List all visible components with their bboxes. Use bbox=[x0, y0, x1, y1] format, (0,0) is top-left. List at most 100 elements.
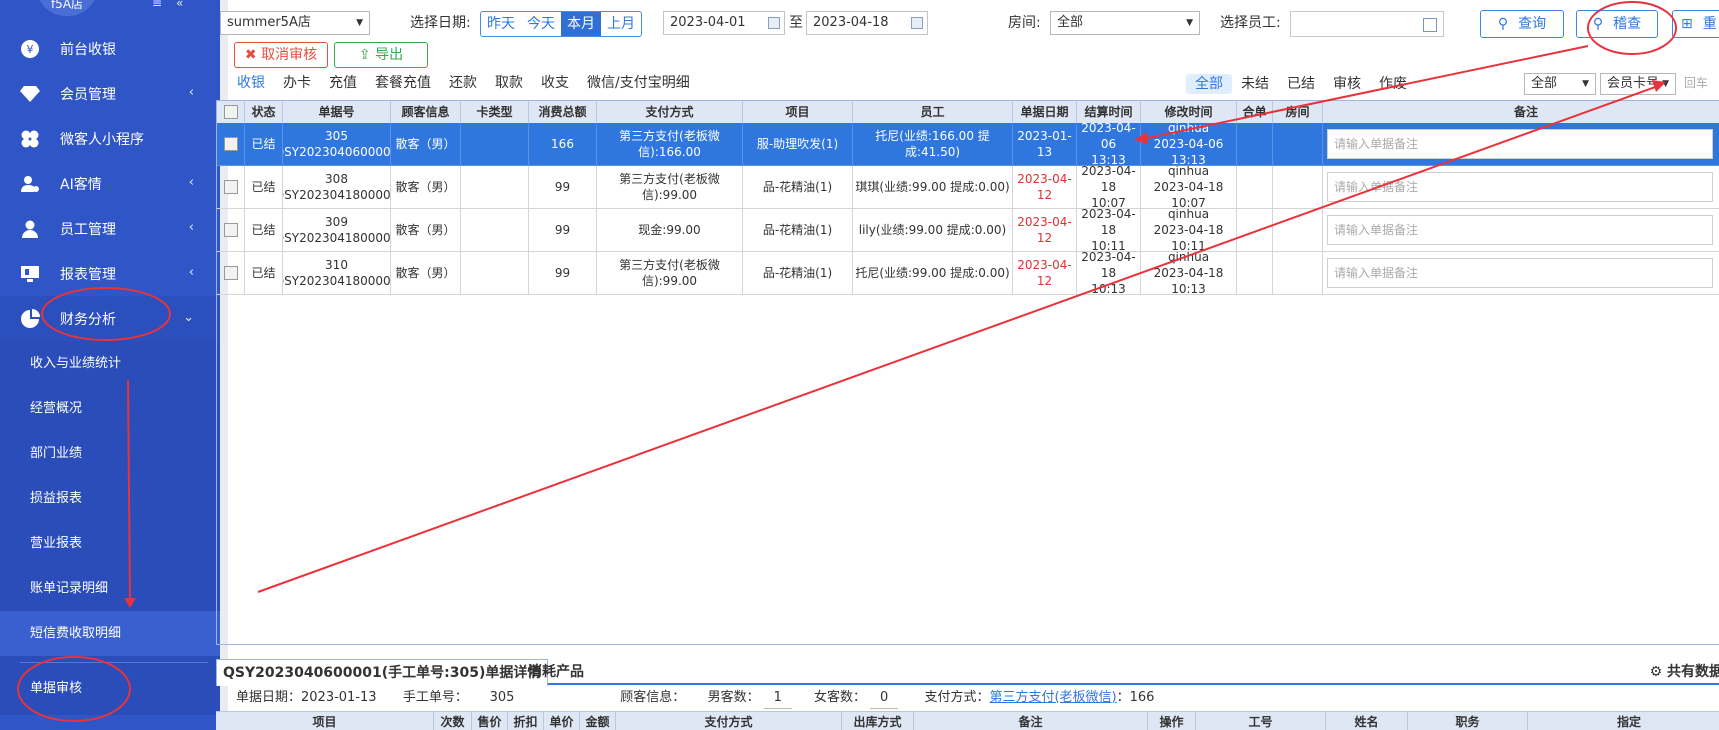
reset-button[interactable]: ⊞ 重 bbox=[1672, 10, 1719, 38]
note-input[interactable]: 请输入单据备注 bbox=[1327, 172, 1713, 202]
store-select[interactable]: summer5A店 ▼ bbox=[220, 11, 370, 35]
row-checkbox-cell[interactable] bbox=[217, 252, 245, 295]
calendar-icon[interactable] bbox=[768, 17, 780, 29]
tab-card[interactable]: 办卡 bbox=[274, 72, 320, 94]
filter-all[interactable]: 全部 bbox=[1186, 74, 1232, 94]
detail-col-amount: 金额 bbox=[580, 712, 616, 730]
tab-withdraw[interactable]: 取款 bbox=[486, 72, 532, 94]
calendar-icon[interactable] bbox=[911, 17, 923, 29]
submenu-income-stats[interactable]: 收入与业绩统计 bbox=[0, 341, 220, 386]
detail-table-header: 项目 次数 售价 折扣 单价 金额 支付方式 出库方式 备注 操作 工号 姓名 … bbox=[216, 711, 1719, 730]
quick-date-yesterday[interactable]: 昨天 bbox=[481, 12, 521, 36]
submenu-department-performance[interactable]: 部门业绩 bbox=[0, 431, 220, 476]
cell-total: 166 bbox=[529, 123, 597, 166]
sidebar-item-reports[interactable]: 报表管理 ‹ bbox=[0, 251, 220, 296]
submenu-sms-fee[interactable]: 短信费收取明细 bbox=[0, 611, 220, 656]
query-button[interactable]: ⚲ 查询 bbox=[1480, 10, 1564, 38]
detail-col-payment: 支付方式 bbox=[616, 712, 842, 730]
cursor-picker-icon[interactable] bbox=[1423, 18, 1437, 32]
row-checkbox-cell[interactable] bbox=[217, 123, 245, 166]
table-row[interactable]: 已结 308 QSY2023041800001 散客（男） 99 第三方支付(老板… bbox=[217, 166, 1719, 209]
cancel-audit-button[interactable]: ✖ 取消审核 bbox=[234, 42, 328, 68]
table-row[interactable]: 已结 305 QSY2023040600001 散客（男） 166 第三方支付(老… bbox=[217, 123, 1719, 166]
submenu-business-report[interactable]: 营业报表 bbox=[0, 521, 220, 566]
filter-unsettled[interactable]: 未结 bbox=[1232, 74, 1278, 94]
tab-document-detail[interactable]: QSY2023040600001(手工单号:305)单据详情 bbox=[216, 659, 549, 686]
modify-datetime: 2023-04-18 10:11 bbox=[1153, 223, 1224, 252]
row-checkbox[interactable] bbox=[223, 266, 238, 280]
tab-income-expense[interactable]: 收支 bbox=[532, 72, 578, 94]
select-all-header[interactable] bbox=[217, 101, 245, 123]
tab-cashier[interactable]: 收银 bbox=[228, 72, 274, 94]
row-checkbox[interactable] bbox=[223, 137, 238, 151]
chevron-down-icon: ⌄ bbox=[183, 310, 194, 325]
room-select[interactable]: 全部 ▼ bbox=[1050, 11, 1200, 35]
col-item: 项目 bbox=[743, 101, 853, 123]
col-payment: 支付方式 bbox=[597, 101, 743, 123]
note-input[interactable]: 请输入单据备注 bbox=[1327, 258, 1713, 288]
row-checkbox[interactable] bbox=[223, 223, 238, 237]
sidebar-item-finance[interactable]: 财务分析 ⌄ bbox=[0, 296, 220, 341]
detail-male-value[interactable]: 1 bbox=[763, 688, 792, 709]
sidebar-item-members[interactable]: 会员管理 ‹ bbox=[0, 71, 220, 116]
quick-date-last-month[interactable]: 上月 bbox=[601, 12, 641, 36]
date-from-input[interactable]: 2023-04-01 bbox=[663, 11, 785, 35]
detail-pay-link[interactable]: 第三方支付(老板微信) bbox=[989, 690, 1116, 705]
filter-audited[interactable]: 审核 bbox=[1324, 74, 1370, 94]
filter-select[interactable]: 全部 ▼ bbox=[1524, 73, 1596, 95]
table-row[interactable]: 已结 310 QSY2023041800003 散客（男） 99 第三方支付(老板… bbox=[217, 252, 1719, 295]
detail-manual-value: 305 bbox=[489, 690, 515, 705]
row-checkbox-cell[interactable] bbox=[217, 166, 245, 209]
cell-merge bbox=[1237, 252, 1273, 295]
doc-no: QSY2023041800001 bbox=[283, 188, 391, 202]
menu-toggle-icon[interactable]: ≡« bbox=[152, 0, 197, 10]
manual-no: 310 bbox=[325, 258, 348, 272]
table-row[interactable]: 已结 309 QSY2023041800002 散客（男） 99 现金:99.00… bbox=[217, 209, 1719, 252]
note-input[interactable]: 请输入单据备注 bbox=[1327, 215, 1713, 245]
row-checkbox-cell[interactable] bbox=[217, 209, 245, 252]
tab-package-recharge[interactable]: 套餐充值 bbox=[366, 72, 440, 94]
row-checkbox[interactable] bbox=[223, 180, 238, 194]
modifier: qinhua bbox=[1167, 166, 1210, 178]
person-icon bbox=[18, 217, 42, 241]
submenu-document-audit[interactable]: 单据审核 bbox=[0, 663, 220, 715]
col-total: 消费总额 bbox=[529, 101, 597, 123]
sidebar-item-ai[interactable]: AI客情 ‹ bbox=[0, 161, 220, 206]
filter-void[interactable]: 作废 bbox=[1370, 74, 1416, 94]
settle-date: 2023-04-18 bbox=[1081, 166, 1136, 194]
sidebar-item-label: 财务分析 bbox=[60, 311, 116, 328]
cell-card-type bbox=[461, 209, 529, 252]
quick-date-this-month[interactable]: 本月 bbox=[561, 12, 601, 36]
tab-consumed-products[interactable]: 消耗产品 bbox=[522, 659, 590, 685]
employee-input[interactable] bbox=[1290, 11, 1444, 37]
submenu-business-overview[interactable]: 经营概况 bbox=[0, 386, 220, 431]
select-all-checkbox[interactable] bbox=[223, 105, 238, 119]
query-button-label: 查询 bbox=[1518, 16, 1547, 32]
filter-select-value: 全部 bbox=[1531, 76, 1558, 91]
detail-tabs: QSY2023040600001(手工单号:305)单据详情 消耗产品 ⚙ 共有… bbox=[216, 655, 1719, 686]
sidebar-item-miniapp[interactable]: 微客人小程序 bbox=[0, 116, 220, 161]
shared-data-toggle[interactable]: ⚙ 共有数据 bbox=[1650, 661, 1719, 681]
date-to-input[interactable]: 2023-04-18 bbox=[806, 11, 928, 35]
submenu-bill-records[interactable]: 账单记录明细 bbox=[0, 566, 220, 611]
filter-settled[interactable]: 已结 bbox=[1278, 74, 1324, 94]
tab-repayment[interactable]: 还款 bbox=[440, 72, 486, 94]
sidebar-item-staff[interactable]: 员工管理 ‹ bbox=[0, 206, 220, 251]
audit-button[interactable]: ⚲ 稽查 bbox=[1576, 10, 1658, 38]
note-input[interactable]: 请输入单据备注 bbox=[1327, 129, 1713, 159]
tab-wechat-alipay[interactable]: 微信/支付宝明细 bbox=[578, 72, 699, 94]
pie-chart-icon bbox=[18, 307, 42, 331]
monitor-icon bbox=[18, 262, 42, 286]
modifier: qinhua bbox=[1167, 209, 1210, 221]
quick-date-today[interactable]: 今天 bbox=[521, 12, 561, 36]
cell-doc-date: 2023-04-12 bbox=[1013, 252, 1077, 295]
cell-merge bbox=[1237, 209, 1273, 252]
search-field-select[interactable]: 会员卡号 ▼ bbox=[1600, 73, 1676, 95]
detail-female-value[interactable]: 0 bbox=[870, 688, 899, 709]
sidebar-item-cashier[interactable]: ¥ 前台收银 bbox=[0, 26, 220, 71]
export-button[interactable]: ⇪ 导出 bbox=[334, 42, 428, 68]
sidebar-item-label: 报表管理 bbox=[60, 266, 116, 283]
submenu-profit-loss[interactable]: 损益报表 bbox=[0, 476, 220, 521]
sidebar: f5A店 ≡« ¥ 前台收银 会员管理 ‹ 微客人小程序 AI客情 ‹ 员工管理… bbox=[0, 0, 220, 730]
tab-recharge[interactable]: 充值 bbox=[320, 72, 366, 94]
